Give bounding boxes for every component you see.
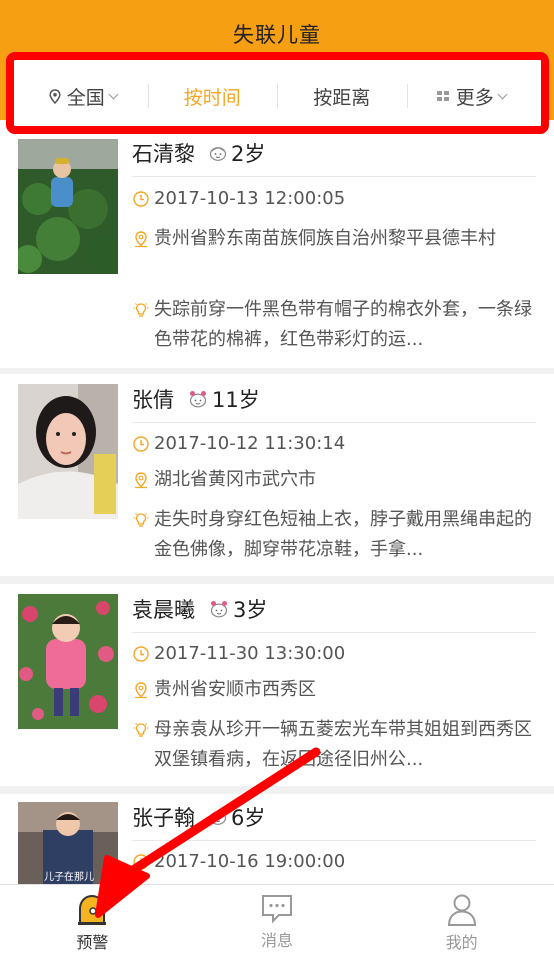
alert-bell-icon — [78, 894, 107, 925]
filter-by-distance-label: 按距离 — [313, 86, 371, 109]
filter-region[interactable]: 全国 — [18, 83, 148, 109]
filter-region-label: 全国 — [66, 86, 105, 109]
tab-alert[interactable]: 预警 — [0, 885, 185, 955]
child-name: 袁晨曦 — [132, 598, 195, 622]
divider — [132, 422, 536, 423]
child-age: 6岁 — [231, 806, 266, 830]
child-age: 3岁 — [233, 598, 268, 622]
message-icon — [262, 895, 292, 924]
description: 走失时身穿红色短袖上衣，脖子戴用黑绳串起的金色佛像，脚穿带花凉鞋，手拿... — [154, 509, 532, 560]
missing-place: 贵州省黔东南苗族侗族自治州黎平县德丰村 — [154, 228, 496, 249]
missing-time: 2017-10-16 19:00:00 — [154, 851, 346, 872]
description: 失踪前穿一件黑色带有帽子的棉衣外套，一条绿色带花的棉裤，红色带彩灯的运... — [154, 299, 532, 350]
girl-face-icon — [210, 601, 228, 618]
missing-time-row: 2017-10-16 19:00:00 — [132, 847, 532, 877]
filter-by-time-label: 按时间 — [183, 86, 241, 109]
child-name: 石清黎 — [132, 142, 195, 166]
boy-face-icon — [209, 811, 227, 825]
filter-more-label: 更多 — [455, 86, 494, 109]
missing-place-row: 贵州省安顺市西秀区 — [132, 675, 532, 705]
description-row: 母亲袁从珍开一辆五菱宏光车带其姐姐到西秀区双堡镇看病，在返回途径旧州公... — [132, 715, 532, 775]
chevron-down-icon — [108, 89, 119, 99]
child-name: 张倩 — [132, 388, 174, 412]
child-photo: 儿子在那儿 — [18, 802, 118, 884]
clock-icon — [133, 191, 149, 207]
lightbulb-icon — [133, 723, 149, 737]
child-age: 11岁 — [212, 388, 260, 412]
girl-face-icon — [189, 391, 207, 408]
description: 母亲袁从珍开一辆五菱宏光车带其姐姐到西秀区双堡镇看病，在返回途径旧州公... — [154, 719, 532, 770]
clock-icon — [133, 436, 149, 452]
tab-messages[interactable]: 消息 — [185, 885, 370, 955]
page-title-overlay: 失联儿童 — [233, 23, 321, 47]
missing-place: 湖北省黄冈市武穴市 — [154, 469, 316, 490]
photo-caption: 儿子在那儿 — [44, 872, 94, 883]
child-name-row: 张倩 11岁 — [132, 384, 260, 414]
filter-more[interactable]: 更多 — [406, 83, 537, 109]
list-item[interactable]: 张倩 11岁 2017-10-12 11:30:14 湖北省黄冈市武穴市 走失时… — [0, 374, 554, 576]
clock-icon — [133, 854, 149, 870]
missing-time-row: 2017-11-30 13:30:00 — [132, 639, 532, 669]
tab-alert-label: 预警 — [76, 933, 109, 952]
missing-place-row: 湖北省黄冈市武穴市 — [132, 465, 532, 495]
missing-place-row: 贵州省黔东南苗族侗族自治州黎平县德丰村 — [132, 224, 532, 254]
grid-icon — [436, 91, 449, 101]
child-photo — [18, 139, 118, 274]
missing-place: 贵州省安顺市西秀区 — [154, 679, 316, 700]
missing-time: 2017-11-30 13:30:00 — [154, 643, 346, 664]
boy-face-icon — [209, 147, 227, 161]
app-root: 失联儿童 全国 按时间 按距离 更多 — [0, 0, 554, 955]
lightbulb-icon — [133, 513, 149, 527]
location-pin-icon — [135, 682, 147, 699]
description-row: 走失时身穿红色短袖上衣，脖子戴用黑绳串起的金色佛像，脚穿带花凉鞋，手拿... — [132, 505, 532, 565]
tab-messages-label: 消息 — [261, 931, 294, 950]
chevron-down-icon — [497, 89, 508, 99]
missing-time-row: 2017-10-12 11:30:14 — [132, 429, 532, 459]
divider — [132, 632, 536, 633]
filter-by-distance[interactable]: 按距离 — [277, 83, 407, 109]
child-photo — [18, 384, 118, 519]
list-item[interactable]: 石清黎 2岁 2017-10-13 12:00:05 贵州省黔东南苗族侗族自治州… — [0, 120, 554, 368]
child-name-row: 石清黎 2岁 — [132, 138, 265, 168]
child-name: 张子翰 — [132, 806, 195, 830]
clock-icon — [133, 646, 149, 662]
list-item[interactable]: 儿子在那儿 张子翰 6岁 2017-10-16 19:00:00 — [0, 794, 554, 894]
divider — [132, 176, 536, 177]
child-age: 2岁 — [231, 142, 266, 166]
lightbulb-icon — [133, 303, 149, 317]
child-name-row: 张子翰 6岁 — [132, 802, 265, 832]
missing-time-row: 2017-10-13 12:00:05 — [132, 184, 532, 214]
location-pin-icon — [135, 231, 147, 248]
bottom-tab-bar: 预警 消息 我的 — [0, 884, 554, 955]
tab-profile-label: 我的 — [445, 933, 478, 952]
missing-time: 2017-10-13 12:00:05 — [154, 188, 346, 209]
filter-by-time[interactable]: 按时间 — [147, 83, 278, 109]
description-row: 失踪前穿一件黑色带有帽子的棉衣外套，一条绿色带花的棉裤，红色带彩灯的运... — [132, 295, 532, 355]
divider — [132, 840, 536, 841]
missing-time: 2017-10-12 11:30:14 — [154, 433, 346, 454]
location-pin-icon — [49, 88, 61, 104]
child-photo — [18, 594, 118, 729]
list-item[interactable]: 袁晨曦 3岁 2017-11-30 13:30:00 贵州省安顺市西秀区 母亲袁… — [0, 584, 554, 786]
filter-bar-overlay: 全国 按时间 按距离 更多 — [18, 66, 536, 126]
location-pin-icon — [135, 472, 147, 489]
user-icon — [447, 894, 476, 926]
child-name-row: 袁晨曦 3岁 — [132, 594, 267, 624]
tab-profile[interactable]: 我的 — [369, 885, 554, 955]
